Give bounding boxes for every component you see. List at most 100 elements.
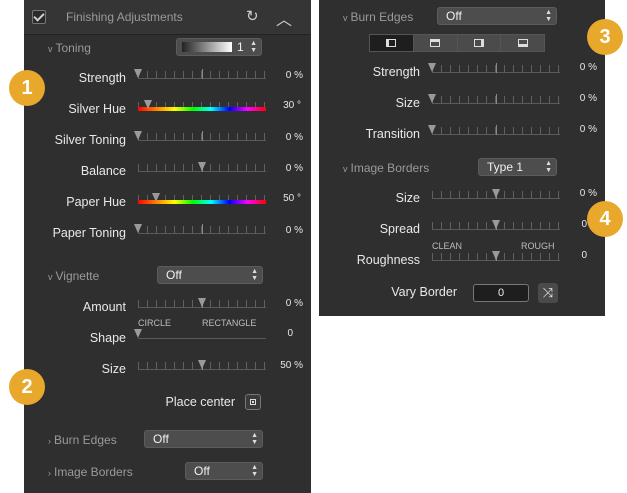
edge-top-button[interactable] — [413, 35, 458, 51]
silver-toning-slider[interactable] — [134, 131, 266, 145]
size-label: Size — [101, 362, 126, 376]
slider-thumb[interactable] — [198, 360, 206, 369]
section-label: Vignette — [55, 269, 100, 283]
finishing-adjustments-panel: Finishing Adjustments ↻ ︿ v Toning 1 ▲ ▼ S… — [24, 0, 311, 493]
image-borders-select[interactable]: Type 1 ▲ ▼ — [478, 158, 557, 176]
clean-label: CLEAN — [432, 241, 463, 251]
collapse-icon[interactable]: ︿ — [276, 6, 292, 30]
burn-edges-select[interactable]: Off ▲ ▼ — [144, 430, 263, 448]
enable-checkbox[interactable] — [32, 10, 46, 24]
slider-thumb[interactable] — [144, 100, 153, 109]
paper-toning-value: 0 % — [285, 225, 303, 236]
slider-thumb[interactable] — [428, 63, 436, 72]
burn-edges-section-toggle[interactable]: › Burn Edges — [48, 433, 117, 447]
transition-label: Transition — [365, 127, 420, 141]
vignette-section-toggle[interactable]: v Vignette — [48, 269, 99, 283]
vary-border-label: Vary Border — [391, 285, 457, 299]
burn-edges-select[interactable]: Off ▲ ▼ — [437, 7, 557, 25]
image-borders-section-toggle[interactable]: v Image Borders — [343, 161, 429, 175]
silver-hue-slider[interactable] — [138, 100, 266, 114]
slider-thumb[interactable] — [134, 131, 142, 140]
slider-thumb[interactable] — [492, 220, 500, 229]
rectangle-label: RECTANGLE — [202, 318, 257, 328]
image-borders-select[interactable]: Off ▲ ▼ — [185, 462, 263, 480]
section-label: Image Borders — [350, 161, 430, 175]
border-size-value: 0 % — [579, 188, 597, 199]
edge-left-button[interactable] — [370, 35, 414, 51]
slider-thumb[interactable] — [428, 94, 436, 103]
balance-slider[interactable] — [138, 162, 266, 176]
image-borders-section-toggle[interactable]: › Image Borders — [48, 465, 133, 479]
spread-slider[interactable] — [432, 220, 560, 234]
chevron-updown-icon: ▲ ▼ — [545, 9, 552, 23]
place-center-label: Place center — [165, 395, 235, 409]
roughness-label: Roughness — [356, 253, 420, 267]
slider-thumb[interactable] — [151, 193, 160, 202]
size-slider[interactable] — [428, 94, 560, 108]
vary-border-input[interactable]: 0 — [473, 284, 529, 302]
image-borders-select-value: Type 1 — [487, 160, 524, 174]
toning-section-toggle[interactable]: v Toning — [48, 41, 91, 55]
slider-thumb[interactable] — [428, 125, 436, 134]
size-slider[interactable] — [138, 360, 266, 374]
rough-label: ROUGH — [521, 241, 555, 251]
panel-header: Finishing Adjustments ↻ ︿ — [24, 0, 311, 35]
roughness-value: 0 — [581, 250, 587, 261]
strength-value: 0 % — [285, 70, 303, 81]
edge-right-button[interactable] — [457, 35, 502, 51]
balance-label: Balance — [80, 164, 126, 178]
size-label: Size — [395, 96, 420, 110]
border-size-slider[interactable] — [432, 189, 560, 203]
chevron-down-icon: v — [343, 164, 348, 174]
strength-slider[interactable] — [134, 69, 266, 83]
slider-thumb[interactable] — [134, 224, 142, 233]
burn-edges-select-value: Off — [446, 9, 462, 23]
slider-thumb[interactable] — [492, 251, 500, 260]
amount-slider[interactable] — [138, 298, 266, 312]
transition-slider[interactable] — [428, 125, 560, 139]
callout-badge-3: 3 — [587, 19, 623, 55]
burn-edges-section-toggle[interactable]: v Burn Edges — [343, 10, 413, 24]
vignette-select[interactable]: Off ▲ ▼ — [157, 266, 263, 284]
size-value: 50 % — [280, 360, 303, 371]
paper-hue-slider[interactable] — [138, 193, 266, 207]
slider-thumb[interactable] — [134, 329, 142, 338]
callout-badge-1: 1 — [9, 70, 45, 106]
strength-label: Strength — [372, 65, 420, 79]
amount-label: Amount — [82, 300, 126, 314]
slider-thumb[interactable] — [134, 69, 142, 78]
image-borders-select-value: Off — [194, 464, 210, 478]
shuffle-icon[interactable]: ⤨ — [538, 283, 558, 303]
chevron-updown-icon: ▲ ▼ — [250, 40, 257, 54]
slider-thumb[interactable] — [492, 189, 500, 198]
callout-badge-4: 4 — [587, 201, 623, 237]
strength-slider[interactable] — [428, 63, 560, 77]
chevron-updown-icon: ▲ ▼ — [251, 432, 258, 446]
chevron-updown-icon: ▲ ▼ — [251, 464, 258, 478]
section-label: Burn Edges — [350, 10, 414, 24]
chevron-down-icon: v — [343, 13, 348, 23]
place-center-button[interactable] — [245, 394, 261, 410]
slider-thumb[interactable] — [198, 298, 206, 307]
edge-left-icon — [386, 39, 397, 47]
shape-slider[interactable] — [134, 329, 266, 343]
chevron-updown-icon: ▲ ▼ — [251, 268, 258, 282]
edge-bottom-button[interactable] — [501, 35, 544, 51]
chevron-updown-icon: ▲ ▼ — [545, 160, 552, 174]
chevron-right-icon: › — [48, 468, 51, 478]
roughness-slider[interactable] — [432, 251, 560, 265]
edge-top-icon — [430, 39, 441, 47]
silver-toning-label: Silver Toning — [54, 133, 126, 147]
burn-edge-selector — [369, 34, 545, 52]
chevron-down-icon: v — [48, 44, 53, 54]
paper-toning-slider[interactable] — [134, 224, 266, 238]
strength-value: 0 % — [579, 62, 597, 73]
chevron-right-icon: › — [48, 436, 51, 446]
toning-gradient-swatch — [182, 42, 232, 52]
slider-thumb[interactable] — [198, 162, 206, 171]
burn-edges-borders-panel: v Burn Edges Off ▲ ▼ Strength 0 % Size 0 %… — [319, 0, 605, 316]
reset-icon[interactable]: ↻ — [246, 7, 259, 25]
toning-select[interactable]: 1 ▲ ▼ — [176, 38, 262, 56]
strength-label: Strength — [78, 71, 126, 85]
edge-right-icon — [473, 39, 484, 47]
